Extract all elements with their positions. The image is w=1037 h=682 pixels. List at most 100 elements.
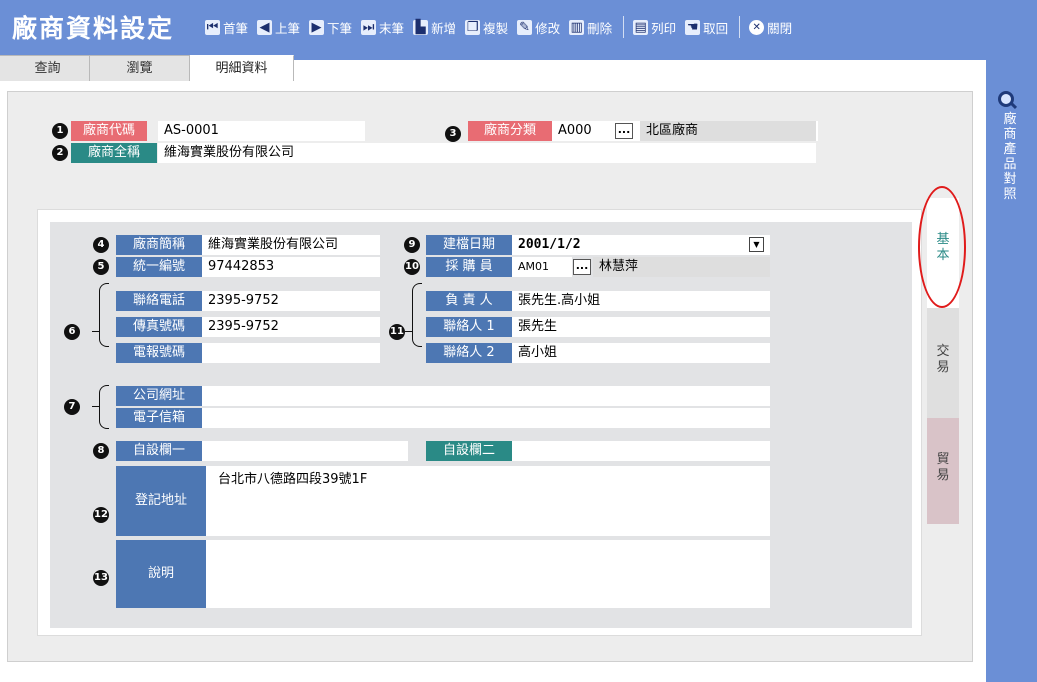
contacts-group-brace-tip bbox=[405, 331, 412, 332]
telex-label: 電報號碼 bbox=[116, 343, 202, 363]
tab-trade[interactable]: 貿易 bbox=[927, 418, 959, 524]
chevron-down-icon[interactable]: ▼ bbox=[749, 237, 764, 252]
fax-label: 傳真號碼 bbox=[116, 317, 202, 337]
print-button[interactable]: ▤ 列印 bbox=[633, 18, 676, 37]
vendor-category-name: 北區廠商 bbox=[640, 121, 816, 141]
email-label: 電子信箱 bbox=[116, 408, 202, 428]
web-group-brace bbox=[99, 385, 109, 429]
badge-3: 3 bbox=[445, 126, 461, 142]
phones-group-brace bbox=[99, 283, 109, 347]
badge-11: 11 bbox=[389, 324, 405, 340]
window-title: 廠商資料設定 bbox=[12, 14, 175, 43]
previous-record-button[interactable]: ◀ 上筆 bbox=[257, 18, 300, 37]
badge-12: 12 bbox=[93, 507, 109, 523]
edit-icon: ✎ bbox=[517, 19, 533, 35]
delete-button[interactable]: ▥ 刪除 bbox=[569, 18, 612, 37]
custom2-label: 自設欄二 bbox=[426, 441, 512, 461]
last-record-label: 末筆 bbox=[379, 20, 405, 36]
new-label: 新增 bbox=[431, 20, 457, 36]
badge-10: 10 bbox=[404, 259, 420, 275]
next-record-button[interactable]: ▶ 下筆 bbox=[309, 18, 352, 37]
badge-6: 6 bbox=[64, 324, 80, 340]
buyer-lookup-button[interactable]: ... bbox=[573, 259, 591, 275]
custom1-label: 自設欄一 bbox=[116, 441, 202, 461]
address-field[interactable]: 台北市八德路四段39號1F bbox=[206, 466, 770, 536]
printer-icon: ▤ bbox=[633, 19, 649, 35]
badge-1: 1 bbox=[52, 123, 68, 139]
email-field[interactable] bbox=[202, 408, 770, 428]
tab-query[interactable]: 查詢 bbox=[0, 55, 90, 81]
edit-label: 修改 bbox=[535, 20, 561, 36]
contacts-group-brace bbox=[412, 283, 422, 347]
retrieve-button[interactable]: ☚ 取回 bbox=[685, 18, 728, 37]
close-icon: ✕ bbox=[749, 19, 765, 35]
tax-id-label: 統一編號 bbox=[116, 257, 202, 277]
notes-field[interactable] bbox=[206, 540, 770, 608]
buyer-code-field[interactable]: AM01 bbox=[512, 257, 572, 277]
principal-label: 負 責 人 bbox=[426, 291, 512, 311]
toolbar: ⏮ 首筆 ◀ 上筆 ▶ 下筆 ⏭ 末筆 ▙ 新增 ❐ 複製 ✎ 修改 ▥ 刪除 ▤ 列印 ☚ 取回 … bbox=[205, 14, 801, 40]
close-label: 關閉 bbox=[767, 20, 793, 36]
phone-field[interactable]: 2395-9752 bbox=[202, 291, 380, 311]
custom2-field[interactable] bbox=[512, 441, 770, 461]
tab-detail[interactable]: 明細資料 bbox=[190, 55, 294, 81]
phones-group-brace-tip bbox=[92, 331, 99, 332]
web-group-brace-tip bbox=[92, 406, 99, 407]
badge-4: 4 bbox=[93, 237, 109, 253]
vendor-category-label: 廠商分類 bbox=[468, 121, 552, 141]
new-button[interactable]: ▙ 新增 bbox=[413, 18, 456, 37]
tax-id-field[interactable]: 97442853 bbox=[202, 257, 380, 277]
badge-5: 5 bbox=[93, 259, 109, 275]
fax-field[interactable]: 2395-9752 bbox=[202, 317, 380, 337]
badge-7: 7 bbox=[64, 399, 80, 415]
vendor-code-label: 廠商代碼 bbox=[71, 121, 147, 141]
vendor-fullname-field[interactable]: 維海實業股份有限公司 bbox=[158, 143, 816, 163]
hand-icon: ☚ bbox=[685, 19, 701, 35]
buyer-name-field: 林慧萍 bbox=[593, 257, 770, 277]
next-record-icon: ▶ bbox=[309, 19, 325, 35]
search-icon[interactable] bbox=[998, 91, 1014, 107]
website-label: 公司網址 bbox=[116, 386, 202, 406]
close-button[interactable]: ✕ 關閉 bbox=[749, 18, 792, 37]
tab-browse[interactable]: 瀏覽 bbox=[90, 55, 190, 81]
created-date-field[interactable]: 2001/1/2 bbox=[512, 235, 770, 255]
phone-label: 聯絡電話 bbox=[116, 291, 202, 311]
address-label: 登記地址 bbox=[116, 466, 206, 536]
vendor-category-code: A000 bbox=[558, 123, 592, 138]
custom1-field[interactable] bbox=[202, 441, 408, 461]
previous-record-label: 上筆 bbox=[275, 20, 301, 36]
first-record-icon: ⏮ bbox=[205, 19, 220, 35]
telex-field[interactable] bbox=[202, 343, 380, 363]
copy-label: 複製 bbox=[483, 20, 509, 36]
next-record-label: 下筆 bbox=[327, 20, 353, 36]
vendor-product-mapping-link[interactable]: 廠商產品對照 bbox=[990, 112, 1030, 202]
buyer-label: 採 購 員 bbox=[426, 257, 512, 277]
toolbar-separator bbox=[739, 16, 741, 38]
contact2-field[interactable]: 高小姐 bbox=[512, 343, 770, 363]
copy-button[interactable]: ❐ 複製 bbox=[465, 18, 508, 37]
view-tabs: 查詢 瀏覽 明細資料 bbox=[0, 55, 294, 81]
last-record-button[interactable]: ⏭ 末筆 bbox=[361, 18, 404, 37]
principal-field[interactable]: 張先生.高小姐 bbox=[512, 291, 770, 311]
highlight-circle bbox=[918, 186, 966, 308]
badge-2: 2 bbox=[52, 145, 68, 161]
tab-transaction[interactable]: 交易 bbox=[927, 308, 959, 418]
website-field[interactable] bbox=[202, 386, 770, 406]
print-label: 列印 bbox=[651, 20, 677, 36]
first-record-label: 首筆 bbox=[223, 20, 249, 36]
short-name-field[interactable]: 維海實業股份有限公司 bbox=[202, 235, 380, 255]
last-record-icon: ⏭ bbox=[361, 19, 377, 35]
contact2-label: 聯絡人 2 bbox=[426, 343, 512, 363]
first-record-button[interactable]: ⏮ 首筆 bbox=[205, 18, 248, 37]
badge-13: 13 bbox=[93, 570, 109, 586]
vendor-category-lookup-button[interactable]: ... bbox=[615, 123, 633, 139]
copy-icon: ❐ bbox=[465, 19, 481, 35]
created-date-label: 建檔日期 bbox=[426, 235, 512, 255]
vendor-code-field[interactable]: AS-0001 bbox=[158, 121, 365, 141]
delete-label: 刪除 bbox=[587, 20, 613, 36]
contact1-field[interactable]: 張先生 bbox=[512, 317, 770, 337]
detail-frame: 1 廠商代碼 AS-0001 2 廠商全稱 維海實業股份有限公司 3 廠商分類 … bbox=[7, 91, 973, 662]
badge-9: 9 bbox=[404, 237, 420, 253]
toolbar-separator bbox=[623, 16, 625, 38]
edit-button[interactable]: ✎ 修改 bbox=[517, 18, 560, 37]
